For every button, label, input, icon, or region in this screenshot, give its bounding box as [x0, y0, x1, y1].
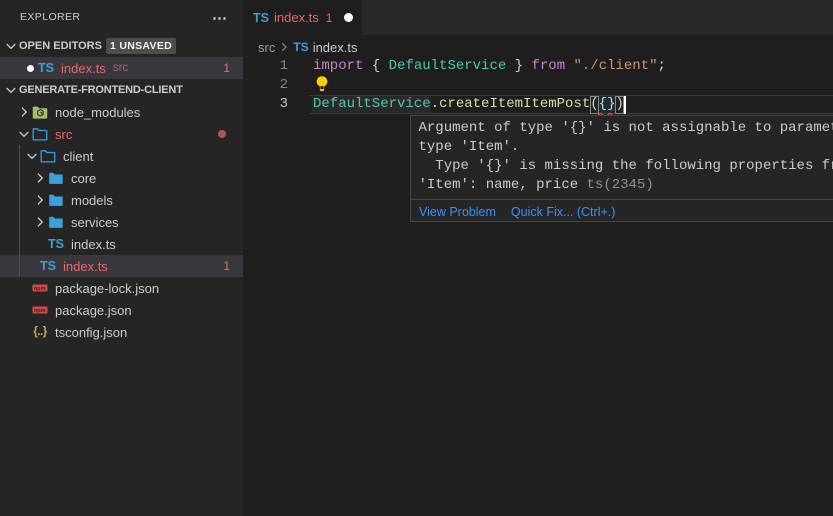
svg-text:npm: npm	[34, 286, 46, 292]
svg-text:npm: npm	[34, 308, 46, 314]
